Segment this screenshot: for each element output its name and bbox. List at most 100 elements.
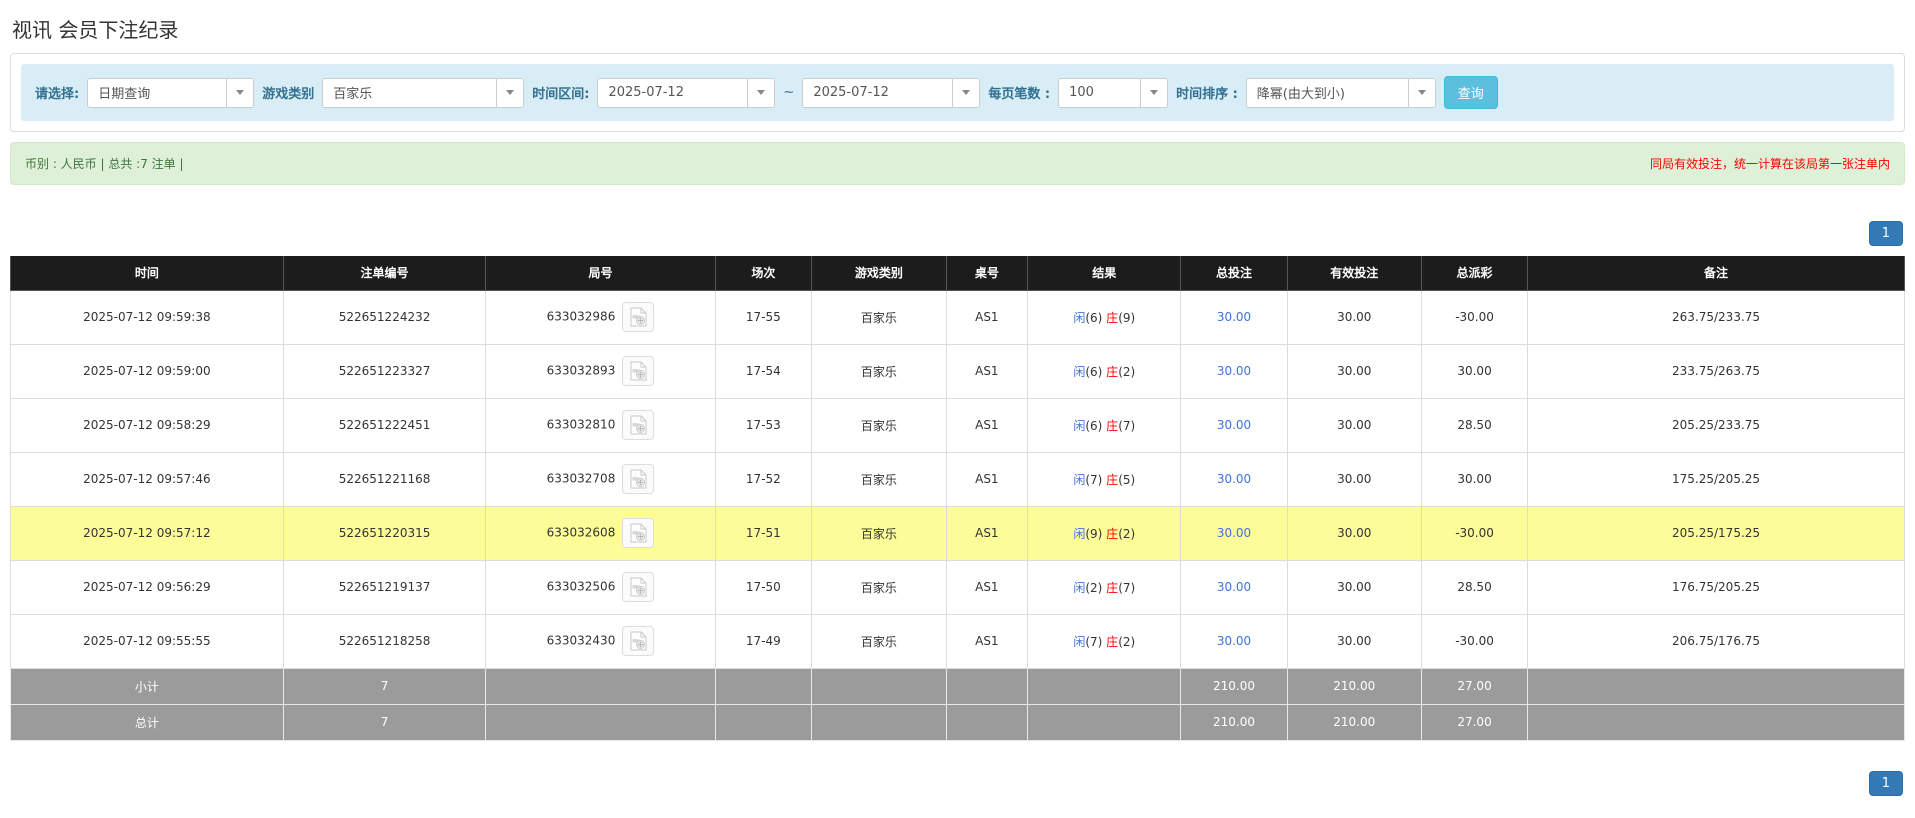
date-from-value: 2025-07-12 <box>608 85 684 100</box>
total-bet-cell: 30.00 <box>1180 505 1288 561</box>
session: 17-51 <box>714 505 813 561</box>
valid-bet: 30.00 <box>1286 613 1423 669</box>
round-id-cell: 633032810 <box>485 397 716 453</box>
bet-id: 522651223327 <box>282 343 487 399</box>
game-type: 百家乐 <box>811 289 947 345</box>
round-id-cell: 633032430 <box>485 613 716 669</box>
table-row: 2025-07-12 09:59:38 522651224232 6330329… <box>10 289 1905 345</box>
table-no: AS1 <box>945 451 1029 507</box>
filter-panel: 请选择: 日期查询 游戏类别 百家乐 时间区间: 2025-07-12 ~ 20… <box>10 53 1905 132</box>
chevron-down-icon[interactable] <box>226 78 254 107</box>
search-button[interactable]: 查询 <box>1443 76 1498 109</box>
round-id: 633032986 <box>546 309 616 324</box>
round-id: 633032430 <box>546 633 616 648</box>
game-type-select[interactable]: 百家乐 <box>322 77 525 108</box>
table-no: AS1 <box>945 289 1029 345</box>
date-from-select[interactable]: 2025-07-12 <box>597 77 776 108</box>
col-game-type: 游戏类别 <box>811 256 947 291</box>
round-id-cell: 633032506 <box>485 559 716 615</box>
player-result: 闲 <box>1073 364 1086 379</box>
bet-id: 522651221168 <box>282 451 487 507</box>
valid-bet: 30.00 <box>1286 289 1423 345</box>
video-file-icon[interactable] <box>622 626 655 656</box>
valid-bet: 30.00 <box>1286 343 1423 399</box>
video-file-icon[interactable] <box>622 464 655 494</box>
total-bet-cell: 30.00 <box>1180 343 1288 399</box>
date-to-select[interactable]: 2025-07-12 <box>802 77 981 108</box>
banker-result: 庄 <box>1106 364 1119 379</box>
query-type-select[interactable]: 日期查询 <box>87 77 255 108</box>
note: 206.75/176.75 <box>1527 613 1905 669</box>
table-no: AS1 <box>945 397 1029 453</box>
total-bet-link[interactable]: 30.00 <box>1217 580 1251 594</box>
total-bet-cell: 30.00 <box>1180 289 1288 345</box>
subtotal-label: 小计 <box>10 667 284 705</box>
total-bet-cell: 30.00 <box>1180 451 1288 507</box>
total-payout: 27.00 <box>1420 703 1529 741</box>
total-valid-bet: 210.00 <box>1286 703 1423 741</box>
game-type: 百家乐 <box>811 343 947 399</box>
page-1-button[interactable]: 1 <box>1868 770 1903 796</box>
session: 17-50 <box>714 559 813 615</box>
bet-id: 522651224232 <box>282 289 487 345</box>
subtotal-count: 7 <box>282 667 487 705</box>
total-bet-link[interactable]: 30.00 <box>1217 364 1251 378</box>
player-result: 闲 <box>1073 634 1086 649</box>
payout: -30.00 <box>1420 613 1529 669</box>
total-bet-cell: 30.00 <box>1180 397 1288 453</box>
payout: 30.00 <box>1420 451 1529 507</box>
video-file-icon[interactable] <box>622 302 655 332</box>
banker-result: 庄 <box>1106 310 1119 325</box>
page-size-select[interactable]: 100 <box>1058 77 1169 108</box>
page-1-button[interactable]: 1 <box>1868 221 1903 246</box>
round-id: 633032608 <box>546 525 616 540</box>
banker-result: 庄 <box>1106 472 1119 487</box>
total-bet-link[interactable]: 30.00 <box>1217 472 1251 486</box>
total-bet-link[interactable]: 30.00 <box>1217 526 1251 540</box>
col-table-no: 桌号 <box>945 256 1029 291</box>
result-cell: 闲(6) 庄(7) <box>1027 397 1182 453</box>
video-file-icon[interactable] <box>622 410 655 440</box>
note: 205.25/175.25 <box>1527 505 1905 561</box>
player-result: 闲 <box>1073 580 1086 595</box>
note: 205.25/233.75 <box>1527 397 1905 453</box>
video-file-icon[interactable] <box>622 572 655 602</box>
chevron-down-icon[interactable] <box>1140 78 1168 107</box>
note: 263.75/233.75 <box>1527 289 1905 345</box>
order-select[interactable]: 降幂(由大到小) <box>1245 77 1436 108</box>
game-type-label: 游戏类别 <box>262 87 315 102</box>
bet-id: 522651222451 <box>282 397 487 453</box>
total-bet-link[interactable]: 30.00 <box>1217 310 1251 324</box>
col-note: 备注 <box>1527 256 1905 291</box>
total-label: 总计 <box>10 703 284 741</box>
round-id: 633032708 <box>546 471 616 486</box>
video-file-icon[interactable] <box>622 518 655 548</box>
payout: -30.00 <box>1420 289 1529 345</box>
subtotal-valid-bet: 210.00 <box>1286 667 1423 705</box>
result-cell: 闲(9) 庄(2) <box>1027 505 1182 561</box>
table-no: AS1 <box>945 559 1029 615</box>
total-bet-link[interactable]: 30.00 <box>1217 634 1251 648</box>
player-result: 闲 <box>1073 310 1086 325</box>
banker-result: 庄 <box>1106 634 1119 649</box>
chevron-down-icon[interactable] <box>496 78 524 107</box>
video-file-icon[interactable] <box>622 356 655 386</box>
table-row: 2025-07-12 09:59:00 522651223327 6330328… <box>10 343 1905 399</box>
table-no: AS1 <box>945 505 1029 561</box>
date-separator: ~ <box>783 85 795 100</box>
payout: 30.00 <box>1420 343 1529 399</box>
total-bet-link[interactable]: 30.00 <box>1217 418 1251 432</box>
currency-summary-text: 币别 : 人民币 | 总共 :7 注单 | <box>25 157 184 171</box>
chevron-down-icon[interactable] <box>1407 78 1435 107</box>
round-id-cell: 633032893 <box>485 343 716 399</box>
date-to-value: 2025-07-12 <box>813 85 889 100</box>
valid-bet: 30.00 <box>1286 505 1423 561</box>
bet-time: 2025-07-12 09:58:29 <box>10 397 284 453</box>
chevron-down-icon[interactable] <box>747 78 775 107</box>
result-cell: 闲(2) 庄(7) <box>1027 559 1182 615</box>
chevron-down-icon[interactable] <box>952 78 980 107</box>
payout: 28.50 <box>1420 559 1529 615</box>
session: 17-54 <box>714 343 813 399</box>
order-label: 时间排序 : <box>1176 87 1238 102</box>
query-type-value: 日期查询 <box>98 87 151 102</box>
